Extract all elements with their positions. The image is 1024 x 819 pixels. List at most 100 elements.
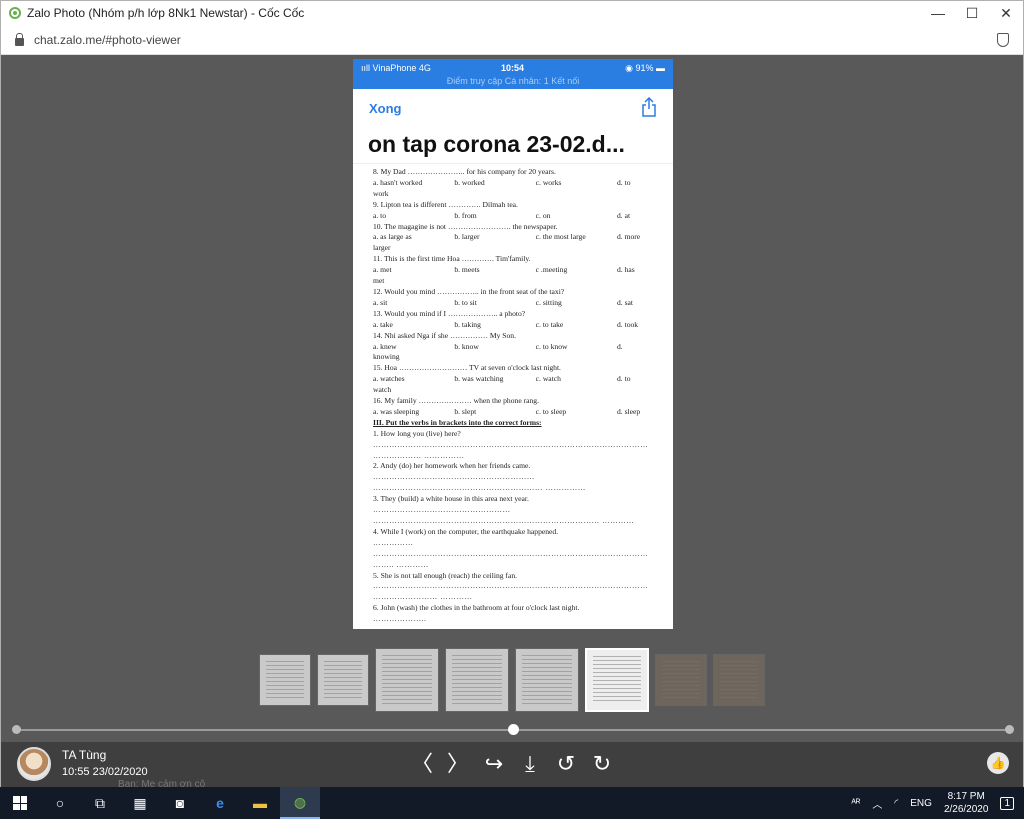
carrier-text: ııll VinaPhone 4G [361,63,431,73]
options-9: a. to b. from c. on d. at [373,210,631,220]
options-11: a. met b. meets c .meeting d. has [373,265,635,275]
thumbnail-strip [259,648,765,718]
sent-time: 10:55 23/02/2020 [62,766,148,778]
next-button[interactable]: 〉 [445,750,471,778]
exercise-2: 2. Andy (do) her homework when her frien… [373,461,531,471]
close-button[interactable]: ✕ [989,1,1023,25]
photo-image: ııll VinaPhone 4G 10:54 ◉ 91% ▬ Điểm tru… [353,59,673,629]
answer-line: ……………….. [373,614,427,624]
windows-icon [13,796,27,810]
section-heading: III. Put the verbs in brackets into the … [373,417,542,427]
exercise-4: 4. While I (work) on the computer, the e… [373,526,559,536]
chevron-up-icon[interactable]: ︿ [872,796,882,811]
thumbnail[interactable] [515,648,579,712]
minimize-button[interactable]: — [921,1,955,25]
answer-line: …………………… ………… [373,592,473,602]
zoom-slider[interactable] [12,724,1014,735]
question-8: 8. My Dad ………………….. for his company for … [373,167,556,176]
start-button[interactable] [0,787,40,819]
answer-line: ……………… …………… [373,450,465,460]
question-10: 10. The magagine is not ……………………. the ne… [373,221,558,231]
options-15: a. watches b. was watching c. watch d. to [373,374,631,384]
question-12: 12. Would you mind …………….. in the front … [373,286,565,296]
thumbnail[interactable] [713,654,765,706]
photo-viewer: ııll VinaPhone 4G 10:54 ◉ 91% ▬ Điểm tru… [1,56,1023,787]
thumbnail[interactable] [445,648,509,712]
options-10-tail: larger [373,243,391,253]
camera-icon[interactable]: ◙ [160,787,200,819]
document-header: Xong on tap corona 23-02.d... [353,89,673,164]
answer-line: ……………………………………………………… …………… [373,483,586,493]
exercise-6: 6. John (wash) the clothes in the bathro… [373,603,580,613]
task-view-icon[interactable]: ⧉ [80,787,120,819]
rotate-right-button[interactable]: ↻ [589,750,615,778]
exercise-5: 5. She is not tall enough (reach) the ce… [373,570,518,580]
exercise-3: 3. They (build) a white house in this ar… [373,494,529,504]
system-tray: ᴬᴿ ︿ ◜ ENG 8:17 PM 2/26/2020 1 [851,790,1024,816]
notification-icon[interactable]: 1 [1000,796,1014,810]
like-button[interactable]: 👍 [987,752,1009,774]
question-13: 13. Would you mind if I ……………….. a photo… [373,308,526,318]
url-text[interactable]: chat.zalo.me/#photo-viewer [34,33,997,47]
viewer-controls: 〈 〉 ↪ ⤓ ↺ ↻ [409,750,615,778]
language-indicator[interactable]: ENG [910,798,932,809]
question-14: 14. Nhi asked Nga if she …………… My Son. [373,330,517,340]
rotate-left-button[interactable]: ↺ [553,750,579,778]
clock-time: 8:17 PM [947,791,985,802]
document-title: on tap corona 23-02.d... [368,131,625,157]
hotspot-note: Điểm truy cập Cá nhân: 1 Kết nối [446,76,580,86]
thumbnail[interactable] [259,654,311,706]
people-icon[interactable]: ᴬᴿ [851,798,860,809]
slider-start [12,725,21,734]
answer-line: …………… [373,537,414,547]
answer-line: ………………………………………………………………………………………… [373,548,649,558]
search-icon[interactable]: ○ [40,787,80,819]
share-icon [642,97,656,117]
answer-line: ………………………………………………………………………………………… [373,581,649,591]
options-15-tail: watch [373,385,392,395]
wifi-icon[interactable]: ◜ [894,798,898,809]
options-8-tail: work [373,188,389,198]
answer-line: …………………………………………………… [373,472,535,482]
coccoc-taskbar-icon[interactable]: ◍ [280,787,320,819]
answer-line: ………………………………………………………………………………………… [373,439,649,449]
browser-window: Zalo Photo (Nhóm p/h lớp 8Nk1 Newstar) -… [0,0,1024,787]
thumbnail[interactable] [317,654,369,706]
question-15: 15. Hoa ……………………… TV at seven o'clock la… [373,363,561,373]
coccoc-icon [9,7,21,19]
clock[interactable]: 8:17 PM 2/26/2020 [944,790,989,816]
question-11: 11. This is the first time Hoa …………. Tim… [373,254,531,264]
done-label: Xong [369,101,402,116]
taskbar: ○ ⧉ ▦ ◙ e ▬ ◍ ᴬᴿ ︿ ◜ ENG 8:17 PM 2/26/20… [0,787,1024,819]
folder-icon[interactable]: ▬ [240,787,280,819]
calculator-icon[interactable]: ▦ [120,787,160,819]
title-bar: Zalo Photo (Nhóm p/h lớp 8Nk1 Newstar) -… [1,1,1023,25]
sender-name: TA Tùng [62,748,107,762]
options-10: a. as large as b. larger c. the most large… [373,232,641,242]
options-13: a. take b. taking c. to take d. took [373,319,639,329]
thumbnail[interactable] [655,654,707,706]
edge-icon[interactable]: e [200,787,240,819]
download-button[interactable]: ⤓ [517,750,543,778]
clock-date: 2/26/2020 [943,804,989,815]
options-16: a. was sleeping b. slept c. to sleep d. sle… [373,406,641,416]
phone-status-bar: ııll VinaPhone 4G 10:54 ◉ 91% ▬ Điểm tru… [353,59,673,89]
forward-button[interactable]: ↪ [481,750,507,778]
previous-button[interactable]: 〈 [409,750,435,778]
battery-text: ◉ 91% ▬ [625,63,665,73]
answer-line: ………………………………………………………………………… ………… [373,516,635,525]
question-9: 9. Lipton tea is different …………. Dilmah … [373,199,518,209]
maximize-button[interactable]: ☐ [955,1,989,25]
address-bar[interactable]: chat.zalo.me/#photo-viewer [1,25,1023,55]
slider-handle[interactable] [508,724,519,735]
thumbnail-selected[interactable] [585,648,649,712]
shield-icon[interactable] [997,32,1009,47]
options-11-tail: met [373,276,385,286]
window-title: Zalo Photo (Nhóm p/h lớp 8Nk1 Newstar) -… [27,6,305,20]
thumbnail[interactable] [375,648,439,712]
phone-time: 10:54 [501,63,525,73]
lock-icon [15,32,24,46]
options-8: a. hasn't worked b. worked c. works d. to [373,177,631,187]
slider-end [1005,725,1014,734]
options-14-tail: knowing [373,352,400,362]
